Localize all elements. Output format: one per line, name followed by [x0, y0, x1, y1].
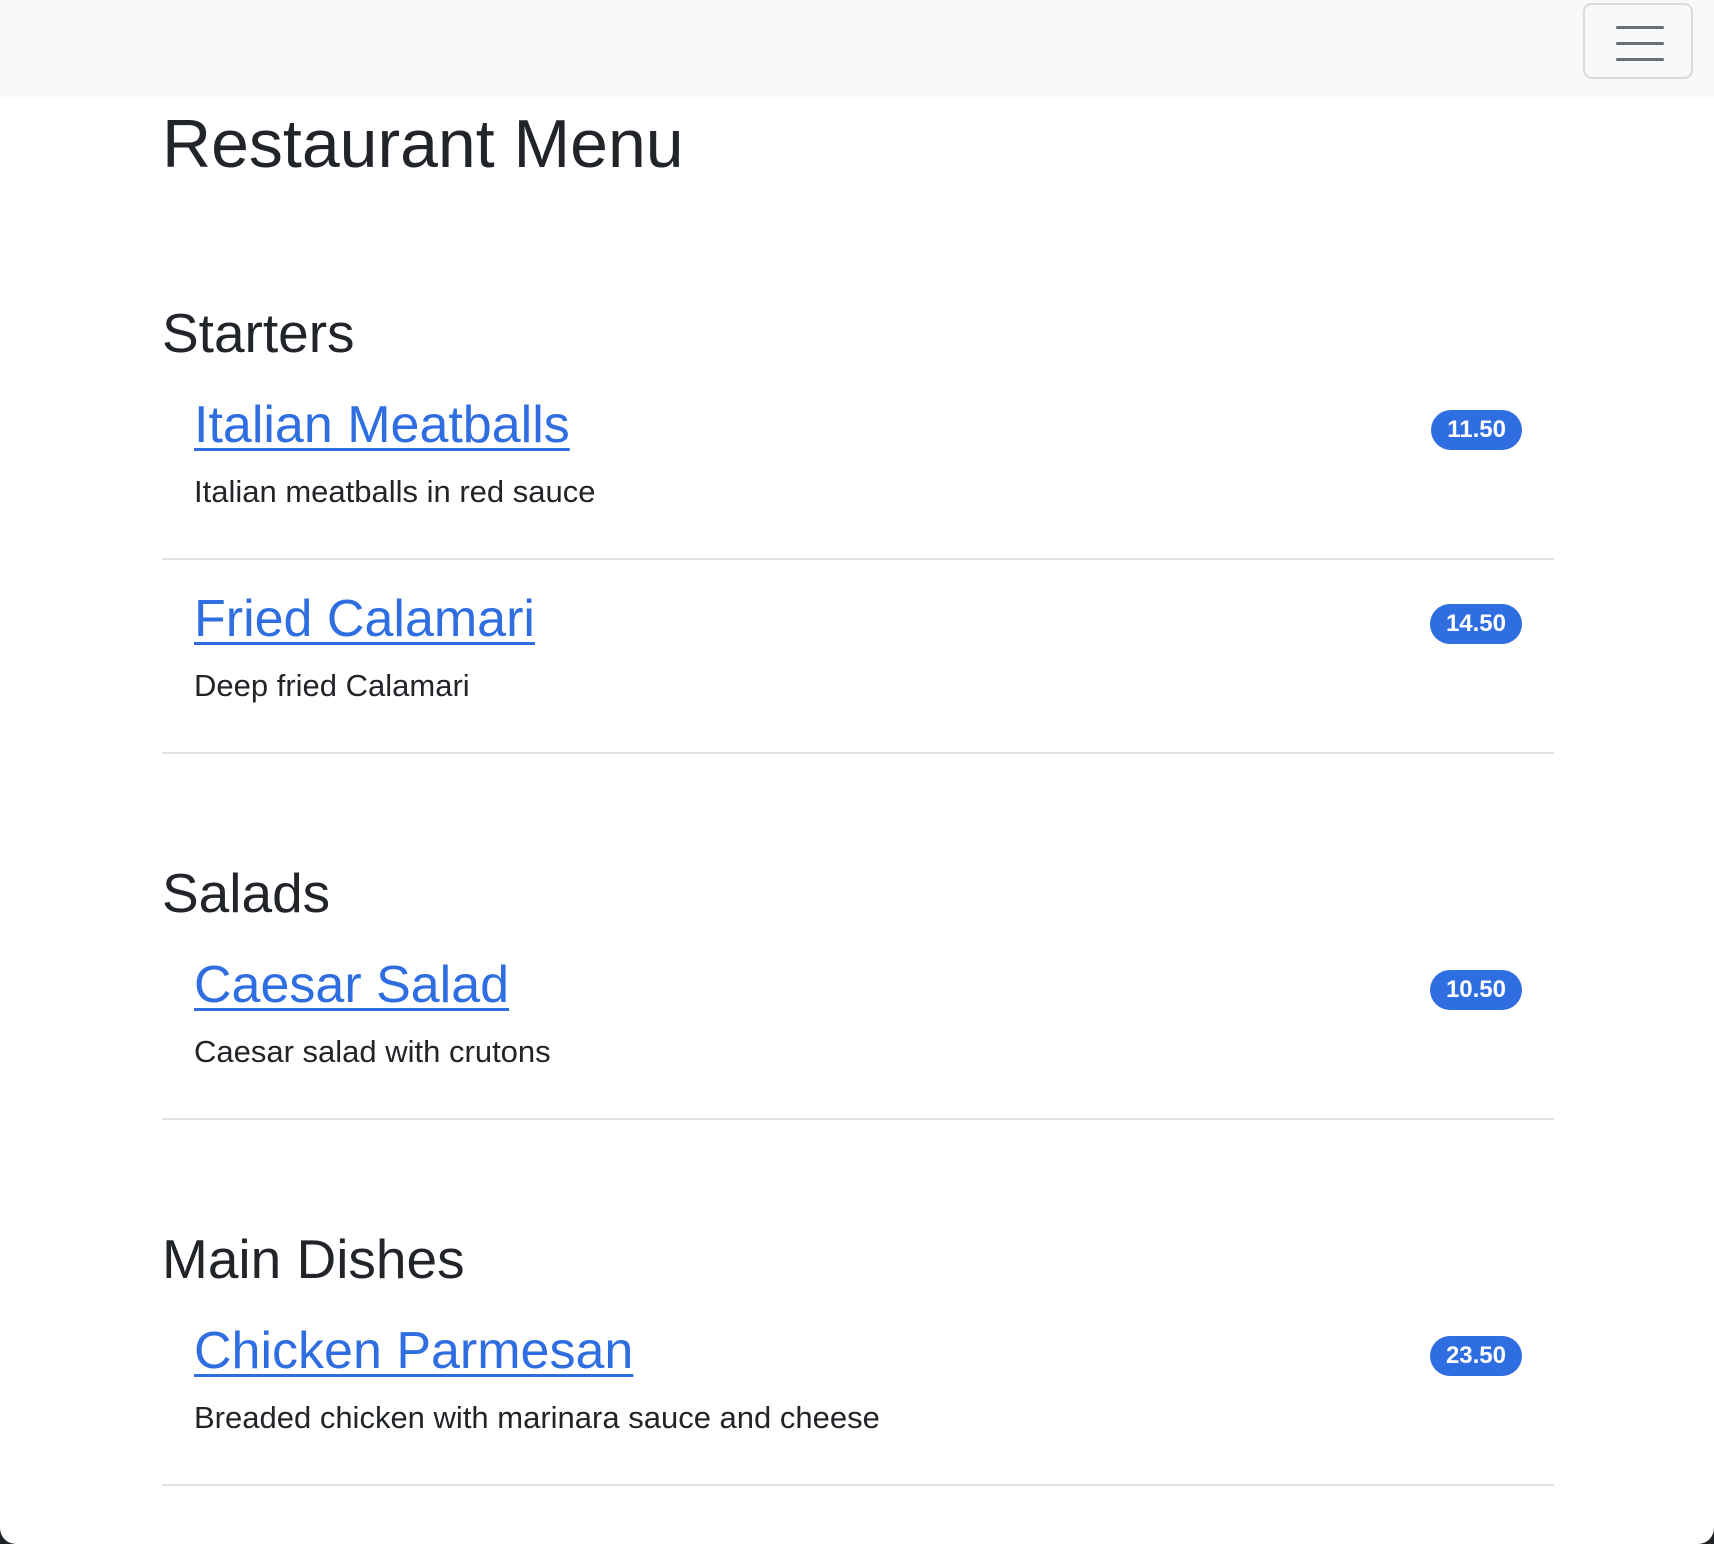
menu-container: Restaurant Menu Starters Italian Meatbal…: [162, 97, 1554, 1486]
menu-item-link[interactable]: Italian Meatballs: [194, 394, 570, 456]
section-main-dishes: Main Dishes Chicken Parmesan 23.50 Bread…: [162, 1226, 1554, 1486]
section-title: Main Dishes: [162, 1228, 465, 1290]
page: Restaurant Menu Starters Italian Meatbal…: [0, 0, 1714, 1544]
navbar-toggler-button[interactable]: [1583, 3, 1693, 79]
price-badge: 14.50: [1429, 604, 1522, 645]
menu-item-description: Caesar salad with crutons: [194, 1034, 551, 1070]
list-item: Caesar Salad 10.50 Caesar salad with cru…: [162, 926, 1554, 1120]
navbar: [0, 0, 1714, 97]
section-salads: Salads Caesar Salad 10.50 Caesar salad w…: [162, 860, 1554, 1120]
section-starters: Starters Italian Meatballs 11.50 Italian…: [162, 300, 1554, 754]
menu-item-link[interactable]: Chicken Parmesan: [194, 1320, 633, 1382]
page-title: Restaurant Menu: [162, 106, 684, 182]
menu-item-description: Deep fried Calamari: [194, 668, 470, 704]
section-title: Salads: [162, 862, 331, 924]
price-badge: 23.50: [1429, 1336, 1522, 1377]
list-item: Fried Calamari 14.50 Deep fried Calamari: [162, 560, 1554, 754]
menu-item-description: Breaded chicken with marinara sauce and …: [194, 1400, 880, 1436]
menu-item-description: Italian meatballs in red sauce: [194, 474, 596, 510]
price-badge: 11.50: [1431, 410, 1522, 451]
section-title: Starters: [162, 302, 355, 364]
list-item: Chicken Parmesan 23.50 Breaded chicken w…: [162, 1292, 1554, 1486]
price-badge: 10.50: [1429, 970, 1522, 1011]
menu-item-link[interactable]: Fried Calamari: [194, 588, 535, 650]
menu-item-link[interactable]: Caesar Salad: [194, 954, 509, 1016]
list-item: Italian Meatballs 11.50 Italian meatball…: [162, 366, 1554, 560]
